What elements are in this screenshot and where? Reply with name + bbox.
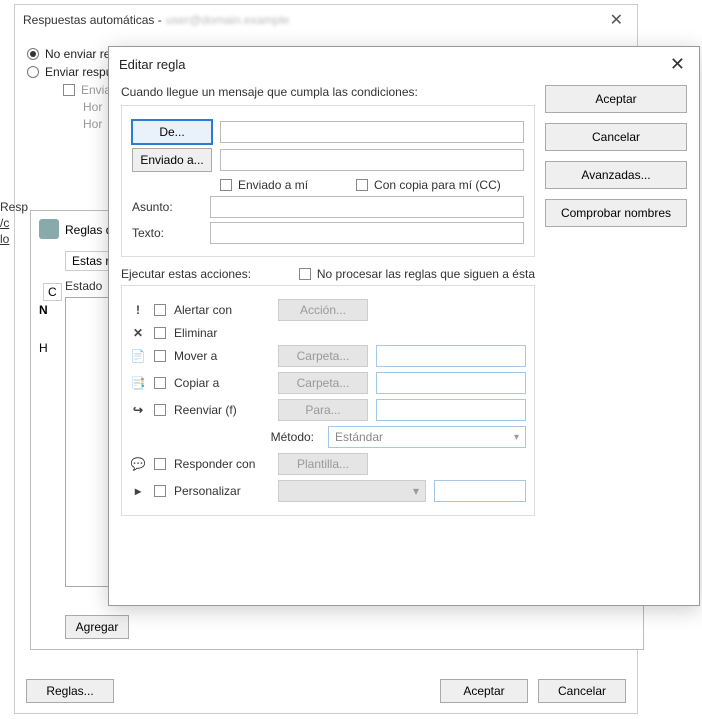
radio-icon [27, 48, 39, 60]
custom-checkbox[interactable] [154, 485, 166, 497]
delete-label: Eliminar [174, 326, 270, 340]
forward-checkbox[interactable] [154, 404, 166, 416]
close-icon[interactable]: ✕ [666, 54, 689, 75]
copy-icon: 📑 [130, 376, 146, 390]
fg-title-text: Editar regla [119, 57, 185, 72]
cropped-link[interactable]: /c [0, 216, 9, 230]
forward-to-button[interactable]: Para... [278, 399, 368, 421]
check-names-button[interactable]: Comprobar nombres [545, 199, 687, 227]
advanced-button[interactable]: Avanzadas... [545, 161, 687, 189]
reply-label: Responder con [174, 457, 270, 471]
delete-icon: ✕ [130, 326, 146, 340]
action-button[interactable]: Acción... [278, 299, 368, 321]
move-label: Mover a [174, 349, 270, 363]
right-column: Aceptar Cancelar Avanzadas... Comprobar … [545, 85, 687, 516]
cropped-text: Resp [0, 200, 28, 214]
method-value: Estándar [335, 430, 383, 444]
cc-me-label: Con copia para mí (CC) [374, 178, 501, 192]
alert-icon: ! [130, 303, 146, 317]
actions-label: Ejecutar estas acciones: [121, 267, 251, 281]
close-icon[interactable]: ✕ [604, 10, 629, 30]
sent-to-me-label: Enviado a mí [238, 178, 308, 192]
method-select[interactable]: Estándar ▾ [328, 426, 526, 448]
copy-label: Copiar a [174, 376, 270, 390]
move-folder-button[interactable]: Carpeta... [278, 345, 368, 367]
gear-icon [39, 219, 59, 239]
subject-label: Asunto: [132, 200, 202, 214]
stop-processing-checkbox[interactable]: No procesar las reglas que siguen a ésta [299, 267, 535, 281]
actions-box: ! Alertar con Acción... ✕ Eliminar 📄 Mov… [121, 285, 535, 516]
sub-envia-label: Envia [81, 83, 111, 97]
sub-hor1: Hor [83, 100, 102, 114]
bg-titlebar: Respuestas automáticas - user@domain.exa… [15, 5, 637, 35]
bg-footer: Reglas... Aceptar Cancelar [14, 667, 638, 715]
cropped-link-lo[interactable]: lo [0, 232, 9, 246]
col-n: N [39, 303, 48, 317]
from-button[interactable]: De... [132, 120, 212, 144]
method-label: Método: [130, 430, 320, 444]
bg-title-text: Respuestas automáticas - [23, 13, 162, 27]
cancel-button[interactable]: Cancelar [538, 679, 626, 703]
forward-icon: ↪ [130, 403, 146, 417]
forward-to-field[interactable] [376, 399, 526, 421]
conditions-box: De... Enviado a... Enviado a mí Con co [121, 105, 535, 257]
forward-label: Reenviar (f) [174, 403, 270, 417]
add-rule-button[interactable]: Agregar [65, 615, 129, 639]
sent-to-button[interactable]: Enviado a... [132, 148, 212, 172]
stop-processing-label: No procesar las reglas que siguen a ésta [317, 267, 535, 281]
checkbox-icon [356, 179, 368, 191]
move-icon: 📄 [130, 349, 146, 363]
edit-rule-dialog: Editar regla ✕ Cuando llegue un mensaje … [108, 46, 700, 606]
alert-label: Alertar con [174, 303, 270, 317]
rules-button[interactable]: Reglas... [26, 679, 114, 703]
estado-header: Estado [65, 279, 102, 293]
accept-button[interactable]: Aceptar [440, 679, 528, 703]
copy-folder-button[interactable]: Carpeta... [278, 372, 368, 394]
fg-titlebar: Editar regla ✕ [109, 47, 699, 81]
sent-to-me-checkbox[interactable]: Enviado a mí [220, 178, 308, 192]
custom-icon: ▸ [130, 484, 146, 498]
reply-checkbox[interactable] [154, 458, 166, 470]
move-checkbox[interactable] [154, 350, 166, 362]
from-input[interactable] [220, 121, 524, 143]
delete-checkbox[interactable] [154, 327, 166, 339]
col-c: C [43, 283, 62, 301]
alert-checkbox[interactable] [154, 304, 166, 316]
col-h: H [39, 341, 48, 355]
radio-icon [27, 66, 39, 78]
left-column: Cuando llegue un mensaje que cumpla las … [121, 85, 535, 516]
checkbox-icon [299, 268, 311, 280]
template-button[interactable]: Plantilla... [278, 453, 368, 475]
move-folder-field[interactable] [376, 345, 526, 367]
bg-title-email: user@domain.example [166, 13, 290, 27]
checkbox-icon[interactable] [63, 84, 75, 96]
cancel-button[interactable]: Cancelar [545, 123, 687, 151]
custom-label: Personalizar [174, 484, 270, 498]
custom-combo[interactable]: ▾ [278, 480, 426, 502]
cc-me-checkbox[interactable]: Con copia para mí (CC) [356, 178, 501, 192]
reply-icon: 💬 [130, 457, 146, 471]
body-text-label: Texto: [132, 226, 202, 240]
body-text-input[interactable] [210, 222, 524, 244]
chevron-down-icon: ▾ [413, 484, 419, 498]
chevron-down-icon: ▾ [514, 432, 519, 443]
sent-to-input[interactable] [220, 149, 524, 171]
sub-hor2: Hor [83, 117, 102, 131]
copy-folder-field[interactable] [376, 372, 526, 394]
conditions-label: Cuando llegue un mensaje que cumpla las … [121, 85, 535, 99]
copy-checkbox[interactable] [154, 377, 166, 389]
subject-input[interactable] [210, 196, 524, 218]
checkbox-icon [220, 179, 232, 191]
ok-button[interactable]: Aceptar [545, 85, 687, 113]
custom-field[interactable] [434, 480, 526, 502]
